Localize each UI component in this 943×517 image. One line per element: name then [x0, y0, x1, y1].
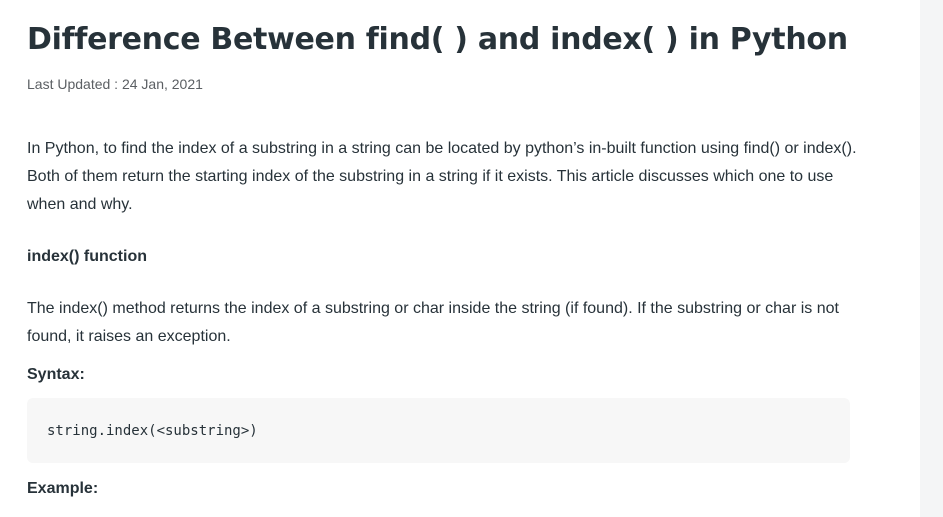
intro-paragraph: In Python, to find the index of a substr… — [27, 140, 857, 213]
syntax-label: Syntax: — [27, 366, 85, 383]
example-label: Example: — [27, 480, 99, 497]
syntax-code-block[interactable]: string.index(<substring>) — [27, 398, 850, 463]
article-title: Difference Between find( ) and index( ) … — [27, 22, 848, 57]
last-updated-date: Last Updated : 24 Jan, 2021 — [27, 76, 203, 92]
index-description-paragraph: The index() method returns the index of … — [27, 300, 839, 345]
syntax-code: string.index(<substring>) — [47, 422, 258, 439]
section-heading-index-function: index() function — [27, 248, 147, 265]
right-sidebar-gutter — [920, 0, 943, 517]
